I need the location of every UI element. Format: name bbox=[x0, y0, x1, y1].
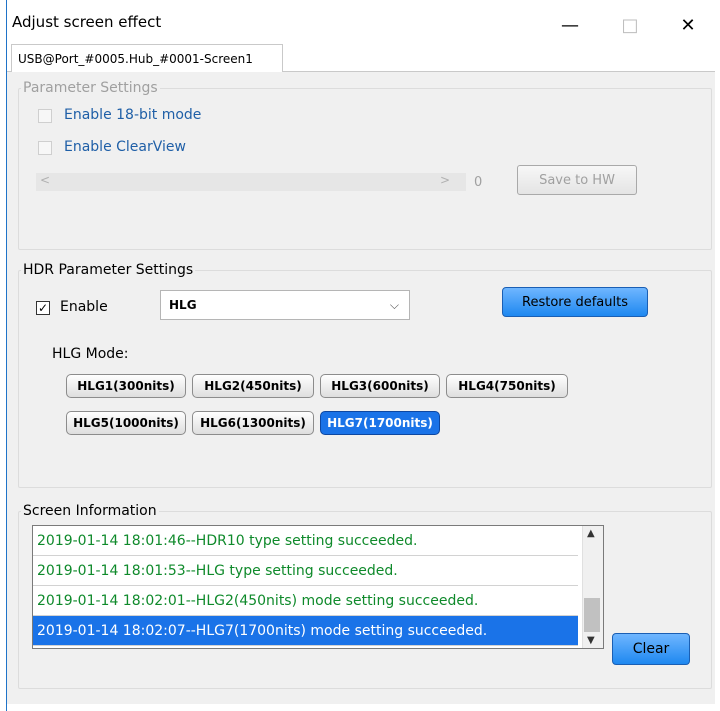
scroll-up-icon: ▲ bbox=[587, 528, 595, 539]
enable-clearview-checkbox[interactable] bbox=[38, 141, 52, 155]
hdr-settings-legend: HDR Parameter Settings bbox=[23, 262, 194, 278]
tab-screen1[interactable]: USB@Port_#0005.Hub_#0001-Screen1 bbox=[11, 44, 283, 72]
scrollbar-thumb[interactable] bbox=[584, 598, 600, 632]
restore-defaults-button[interactable]: Restore defaults bbox=[502, 287, 648, 317]
window-title: Adjust screen effect bbox=[12, 13, 162, 31]
list-item[interactable]: 2019-01-14 18:01:46--HDR10 type setting … bbox=[33, 526, 578, 556]
log-list[interactable]: 2019-01-14 18:01:46--HDR10 type setting … bbox=[32, 525, 604, 649]
close-button[interactable]: ✕ bbox=[668, 8, 708, 42]
enable-18bit-checkbox[interactable] bbox=[38, 109, 52, 123]
hdr-type-value: HLG bbox=[169, 298, 197, 312]
hlg-mode-button-2[interactable]: HLG2(450nits) bbox=[192, 374, 314, 398]
hlg-mode-button-4[interactable]: HLG4(750nits) bbox=[446, 374, 568, 398]
hlg-mode-button-1[interactable]: HLG1(300nits) bbox=[66, 374, 186, 398]
parameter-slider[interactable]: < > bbox=[36, 173, 466, 191]
slider-value: 0 bbox=[474, 175, 483, 190]
hlg-mode-button-6[interactable]: HLG6(1300nits) bbox=[192, 411, 314, 435]
list-item[interactable]: 2019-01-14 18:02:01--HLG2(450nits) mode … bbox=[33, 586, 578, 616]
hlg-mode-button-7[interactable]: HLG7(1700nits) bbox=[320, 411, 440, 435]
close-icon: ✕ bbox=[680, 14, 696, 36]
chevron-left-icon: < bbox=[40, 173, 51, 187]
maximize-icon: □ bbox=[621, 14, 639, 36]
list-item[interactable]: 2019-01-14 18:02:07--HLG7(1700nits) mode… bbox=[33, 616, 578, 646]
screen-info-legend: Screen Information bbox=[23, 503, 157, 519]
scroll-down-icon: ▼ bbox=[587, 635, 595, 646]
minimize-button[interactable]: — bbox=[550, 8, 590, 42]
hdr-type-select[interactable]: HLG ⌵ bbox=[160, 290, 410, 320]
hdr-enable-label: Enable bbox=[60, 299, 108, 315]
maximize-button[interactable]: □ bbox=[610, 8, 650, 42]
chevron-right-icon: > bbox=[439, 173, 450, 187]
list-item[interactable]: 2019-01-14 18:01:53--HLG type setting su… bbox=[33, 556, 578, 586]
hlg-mode-button-3[interactable]: HLG3(600nits) bbox=[320, 374, 440, 398]
save-to-hw-button[interactable]: Save to HW bbox=[517, 165, 637, 195]
hlg-mode-label: HLG Mode: bbox=[52, 346, 129, 362]
hdr-enable-checkbox[interactable]: ✓ bbox=[36, 301, 50, 315]
parameter-settings-legend: Parameter Settings bbox=[23, 80, 158, 96]
enable-18bit-label: Enable 18-bit mode bbox=[64, 107, 202, 123]
hlg-mode-button-5[interactable]: HLG5(1000nits) bbox=[66, 411, 186, 435]
minimize-icon: — bbox=[561, 14, 579, 36]
checkmark-icon: ✓ bbox=[37, 301, 49, 315]
clear-button[interactable]: Clear bbox=[612, 633, 690, 665]
enable-clearview-label: Enable ClearView bbox=[64, 139, 186, 155]
chevron-down-icon: ⌵ bbox=[389, 298, 399, 312]
